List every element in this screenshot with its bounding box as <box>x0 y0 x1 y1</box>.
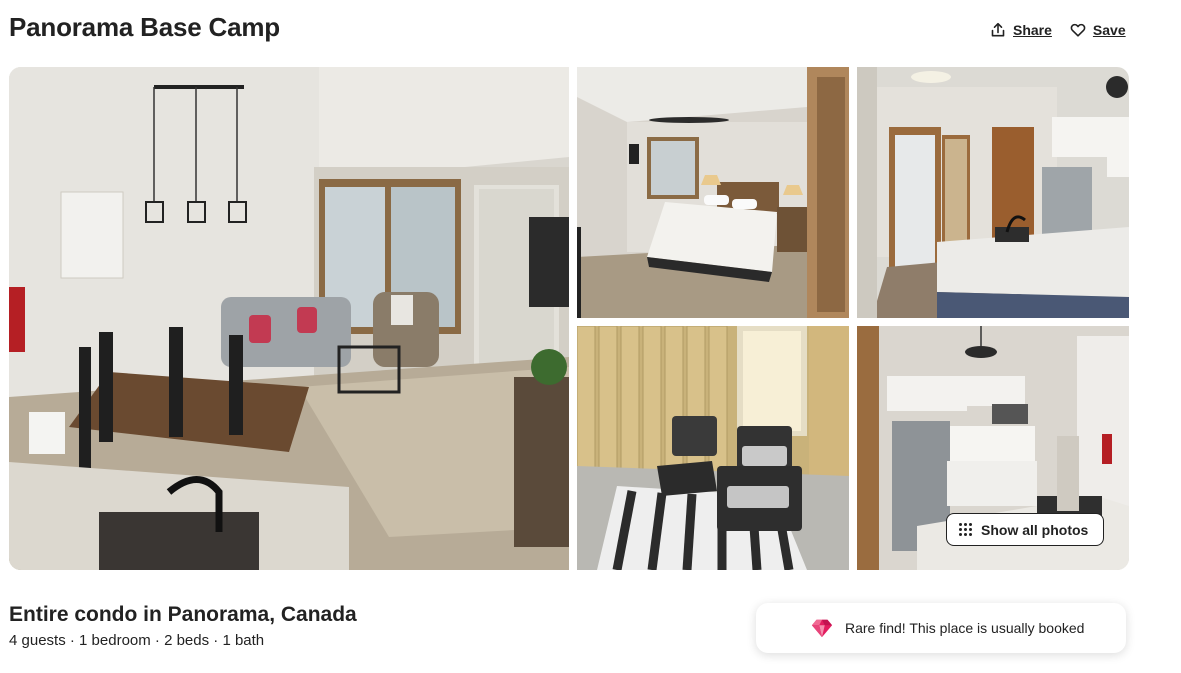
rare-find-text: Rare find! This place is usually booked <box>845 620 1085 636</box>
save-label: Save <box>1092 22 1126 38</box>
photo-living-room[interactable] <box>9 67 569 570</box>
photo-bedroom[interactable] <box>577 67 849 318</box>
grid-icon <box>959 523 972 536</box>
share-button[interactable]: Share <box>990 22 1052 38</box>
share-icon <box>991 22 1005 37</box>
listing-title: Panorama Base Camp <box>9 12 280 42</box>
rare-find-banner: Rare find! This place is usually booked <box>756 603 1126 653</box>
photo-patio[interactable] <box>577 326 849 570</box>
listing-details: 4 guests · 1 bedroom · 2 beds · 1 bath <box>9 632 265 649</box>
listing-subtitle: Entire condo in Panorama, Canada <box>9 603 357 626</box>
photo-hallway[interactable] <box>857 67 1129 318</box>
share-label: Share <box>1013 22 1052 38</box>
photo-gallery <box>9 67 1129 570</box>
save-button[interactable]: Save <box>1070 22 1126 38</box>
diamond-icon <box>811 619 833 638</box>
show-all-photos-button[interactable]: Show all photos <box>946 513 1105 546</box>
heart-icon <box>1070 23 1086 37</box>
listing-actions: Share Save <box>990 22 1126 38</box>
show-all-photos-label: Show all photos <box>981 521 1089 538</box>
